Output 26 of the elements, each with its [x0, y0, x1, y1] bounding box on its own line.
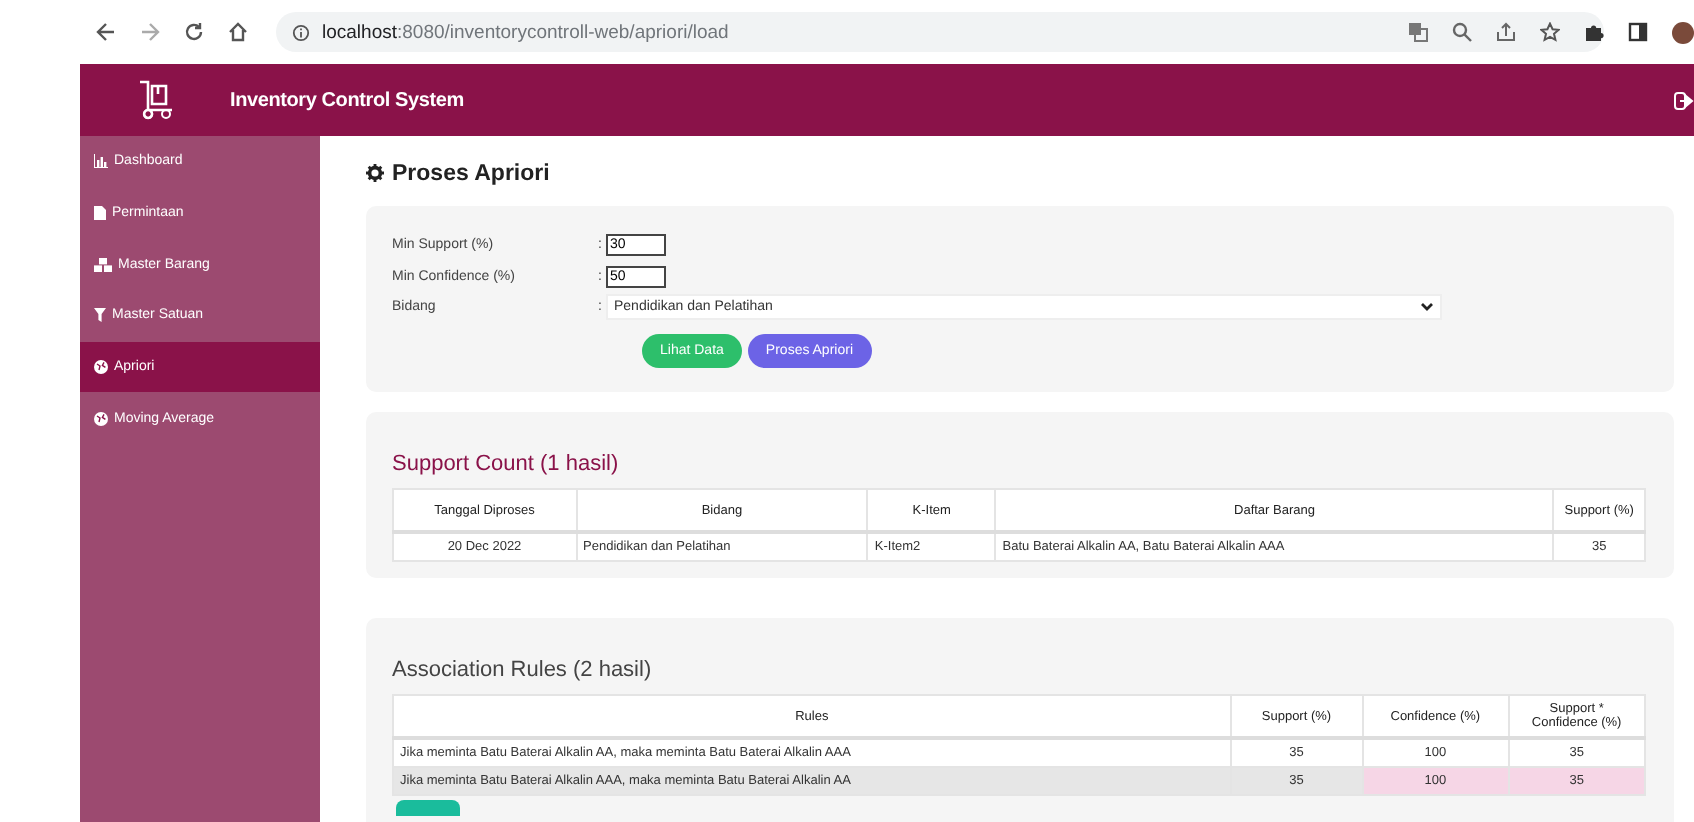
logout-icon[interactable]	[1674, 91, 1694, 109]
cubes-icon	[94, 257, 112, 272]
chart-icon	[94, 154, 108, 169]
back-icon[interactable]	[96, 22, 116, 42]
globe-icon	[94, 360, 108, 375]
star-icon[interactable]	[1540, 22, 1560, 42]
sidebar-icon[interactable]	[1628, 22, 1648, 42]
section-title: Support Count (1 hasil)	[392, 452, 621, 476]
gear-icon	[366, 164, 384, 182]
reload-icon[interactable]	[184, 22, 204, 42]
zoom-icon[interactable]	[1452, 22, 1472, 42]
share-icon[interactable]	[1496, 22, 1516, 42]
section-title: Association Rules (2 hasil)	[392, 658, 654, 682]
home-icon[interactable]	[228, 22, 248, 42]
puzzle-icon[interactable]	[1584, 22, 1604, 42]
info-icon[interactable]	[292, 23, 310, 41]
file-icon	[94, 206, 106, 221]
translate-icon[interactable]	[1408, 22, 1428, 42]
app-title: Inventory Control System	[230, 89, 464, 111]
avatar-icon[interactable]	[1672, 21, 1694, 43]
page-title: Proses Apriori	[392, 161, 550, 185]
globe-icon	[94, 411, 108, 426]
filter-icon	[94, 308, 106, 323]
address-bar[interactable]: localhost:8080/inventorycontroll-web/apriori/load	[276, 12, 1604, 52]
url-text: localhost:8080/inventorycontroll-web/apriori/load	[322, 21, 729, 43]
chevron-down-icon	[1420, 302, 1434, 313]
